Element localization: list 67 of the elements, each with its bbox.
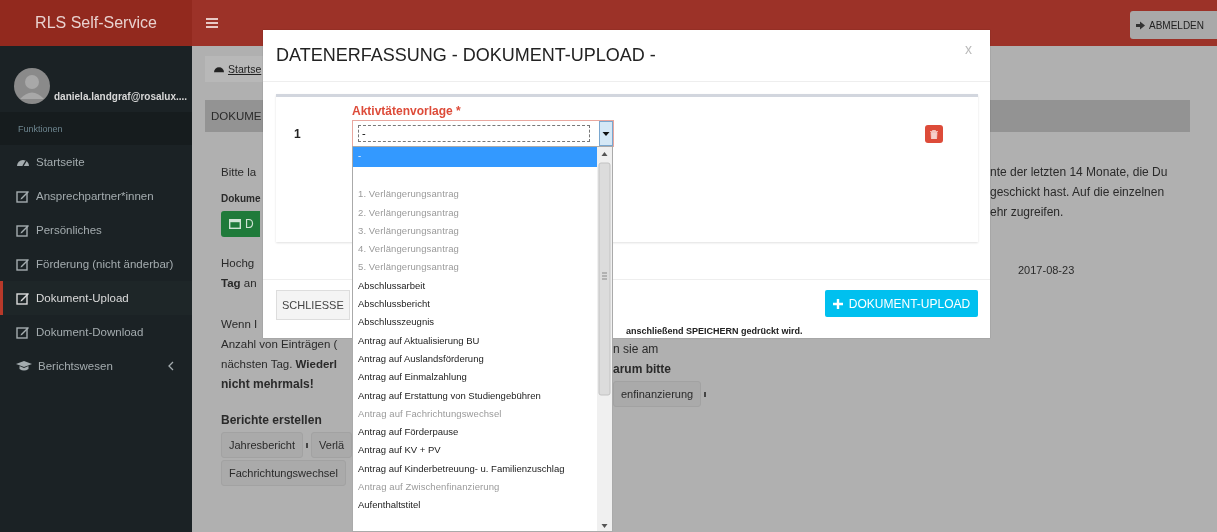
delete-button[interactable] bbox=[925, 125, 943, 144]
report-button[interactable]: Jahresbericht bbox=[221, 432, 304, 458]
dropdown-option[interactable]: Antrag auf Förderpause bbox=[353, 423, 597, 442]
sidebar-item[interactable]: Berichtswesen bbox=[0, 349, 192, 383]
upload-info-text: Hochg bbox=[221, 256, 255, 271]
notice-text: nicht mehrmals! bbox=[221, 376, 314, 393]
edit-icon bbox=[16, 325, 30, 339]
upload-info-text: Tag an bbox=[221, 276, 257, 291]
close-dialog-button[interactable]: SCHLIESSE bbox=[276, 290, 350, 320]
breadcrumb-link[interactable]: Startse bbox=[228, 63, 262, 75]
chevron-left-icon bbox=[168, 361, 174, 371]
dropdown-option[interactable]: Antrag auf Einmalzahlung bbox=[353, 368, 597, 387]
info-text: geschickt hast. Auf die einzelnen bbox=[990, 184, 1165, 201]
scrollbar[interactable] bbox=[597, 147, 612, 531]
dropdown-option[interactable]: Abschlussarbeit bbox=[353, 276, 597, 296]
dropdown-option[interactable]: Antrag auf Aktualisierung BU bbox=[353, 331, 597, 350]
dialog-title: DATENERFASSUNG - DOKUMENT-UPLOAD - bbox=[276, 45, 656, 67]
sidebar-item[interactable]: Förderung (nicht änderbar) bbox=[0, 247, 192, 281]
hint-text: anschließend SPEICHERN gedrückt wird. bbox=[626, 326, 803, 336]
field-label: Aktivtätenvorlage * bbox=[352, 103, 462, 121]
dropdown-option[interactable]: Abschlusszeugnis bbox=[353, 313, 597, 332]
notice-text: Wenn I bbox=[221, 317, 258, 332]
notice-text: n sie am bbox=[613, 341, 659, 358]
section-header: Funktionen bbox=[0, 112, 192, 145]
notice-text: Anzahl von Einträgen ( bbox=[221, 337, 338, 352]
caret-icon bbox=[704, 391, 707, 397]
edit-icon bbox=[16, 223, 30, 237]
sidebar-item[interactable]: Dokument-Download bbox=[0, 315, 192, 349]
notice-text: arum bitte bbox=[613, 361, 671, 378]
logout-button[interactable]: ABMELDEN bbox=[1130, 11, 1217, 39]
logout-icon bbox=[1136, 20, 1146, 30]
documents-label: Dokume bbox=[221, 192, 261, 206]
documents-button[interactable]: D bbox=[221, 211, 260, 237]
sidebar-item[interactable]: Persönliches bbox=[0, 213, 192, 247]
menu-icon[interactable] bbox=[206, 18, 218, 28]
dropdown-option[interactable]: Abschlussbericht bbox=[353, 295, 597, 314]
intro-text: Bitte la bbox=[221, 165, 257, 180]
brand-logo[interactable]: RLS Self-Service bbox=[0, 0, 192, 46]
trash-icon bbox=[930, 129, 938, 139]
info-text: nte der letzten 14 Monate, die Du bbox=[990, 164, 1168, 181]
dropdown-option[interactable]: Antrag auf KV + PV bbox=[353, 441, 597, 460]
edit-icon bbox=[16, 291, 30, 305]
edit-icon bbox=[16, 257, 30, 271]
window-icon bbox=[229, 219, 241, 229]
dropdown-option[interactable]: Aufenthaltstitel bbox=[353, 496, 597, 515]
report-button[interactable]: Fachrichtungswechsel bbox=[221, 460, 346, 486]
user-email: daniela.landgraf@rosalux.... bbox=[54, 91, 188, 102]
reports-title: Berichte erstellen bbox=[221, 412, 322, 429]
info-text: ehr zugreifen. bbox=[990, 204, 1064, 221]
panel-title: DOKUME bbox=[211, 110, 262, 122]
dropdown-option[interactable]: Antrag auf Kinderbetreuung- u. Familienzuschlag bbox=[353, 459, 597, 479]
upload-date: 2017-08-23 bbox=[1018, 263, 1075, 278]
dropdown-option[interactable]: Antrag auf Auslandsförderung bbox=[353, 349, 597, 369]
avatar-icon bbox=[14, 68, 50, 104]
row-number: 1 bbox=[293, 127, 302, 142]
dropdown-option[interactable]: Antrag auf Erstattung von Studiengebühren bbox=[353, 386, 597, 405]
report-button[interactable]: Verlä bbox=[311, 432, 353, 458]
notice-text: nächsten Tag. Wiederl bbox=[221, 357, 338, 372]
edit-icon bbox=[16, 189, 30, 203]
caret-icon bbox=[306, 442, 309, 448]
report-button[interactable]: enfinanzierung bbox=[613, 381, 702, 407]
sidebar-item[interactable]: Ansprechpartner*innen bbox=[0, 179, 192, 213]
sidebar-item[interactable]: Startseite bbox=[0, 145, 192, 179]
sidebar-item[interactable]: Dokument-Upload bbox=[0, 281, 192, 315]
plus-icon bbox=[832, 298, 843, 309]
dashboard-icon bbox=[213, 64, 225, 74]
graduation-cap-icon bbox=[16, 360, 32, 372]
